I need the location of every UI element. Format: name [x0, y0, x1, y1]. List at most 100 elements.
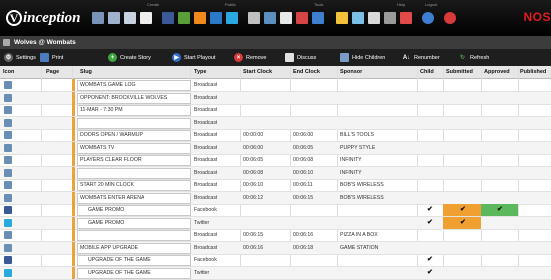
col-end-clock[interactable]: End Clock	[293, 69, 320, 75]
hierarchy-icon	[340, 53, 349, 62]
renumber-button[interactable]: A↓ Renumber	[402, 53, 440, 62]
print-button[interactable]: Print	[40, 53, 63, 62]
broadcast-icon	[4, 156, 12, 164]
create-story-button[interactable]: + Create Story	[108, 53, 151, 62]
panel-header: Wolves @ Wombats	[0, 36, 551, 49]
col-start-clock[interactable]: Start Clock	[243, 69, 272, 75]
col-sponsor[interactable]: Sponsor	[340, 69, 362, 75]
broadcast-icon	[4, 181, 12, 189]
table-row[interactable]: PLAYERS CLEAR FLOOR Broadcast 00:06:05 00:0…	[0, 154, 551, 167]
col-slug[interactable]: Slug	[80, 69, 92, 75]
rundown-icon[interactable]	[108, 12, 120, 24]
child-check: ✔	[427, 268, 433, 276]
hide-children-label: Hide Children	[352, 54, 386, 61]
end-clock-text: 00:06:08	[293, 157, 314, 163]
slug-field[interactable]	[77, 167, 191, 179]
facebook-icon	[4, 256, 12, 264]
slug-field[interactable]	[77, 230, 191, 241]
facebook-icon	[4, 206, 12, 214]
video-icon[interactable]	[178, 12, 190, 24]
table-row[interactable]: WOMBATS ENTER ARENA Broadcast 00:06:12 00:0…	[0, 191, 551, 205]
end-clock-text: 00:06:10	[293, 169, 314, 176]
facebook-icon[interactable]	[162, 12, 174, 24]
hide-children-button[interactable]: Hide Children	[340, 53, 385, 62]
document-icon[interactable]	[140, 12, 152, 24]
sponsor-text: GAME STATION	[340, 244, 379, 251]
col-published[interactable]: Published	[520, 69, 546, 75]
table-row[interactable]: 11-MAR - 7:30 PM Broadcast	[0, 104, 551, 117]
type-text: Broadcast	[194, 244, 218, 251]
logout-icon[interactable]	[444, 12, 456, 24]
type-text: Broadcast	[194, 94, 218, 101]
table-row[interactable]: Broadcast	[0, 116, 551, 130]
refresh-label: Refresh	[470, 54, 490, 61]
table-row[interactable]: OPPONENT: BROCKVILLE WOLVES Broadcast	[0, 91, 551, 105]
user-icon[interactable]	[352, 12, 364, 24]
sponsor-text: PIZZA IN A BOX	[340, 232, 378, 238]
table-header: Icon Page Slug Type Start Clock End Cloc…	[0, 66, 551, 79]
child-check: ✔	[427, 206, 433, 213]
slug-text: WOMBATS GAME LOG	[80, 82, 136, 88]
alert-icon[interactable]	[296, 12, 308, 24]
calendar-icon[interactable]	[264, 12, 276, 24]
monitor-icon[interactable]	[368, 12, 380, 24]
discuss-label: Discuss	[297, 54, 317, 61]
col-icon[interactable]: Icon	[3, 69, 14, 75]
stats-icon[interactable]	[124, 12, 136, 24]
broadcast-icon	[4, 131, 12, 139]
type-text: Broadcast	[194, 169, 218, 176]
col-submitted[interactable]: Submitted	[446, 69, 473, 75]
table-row[interactable]: WOMBATS GAME LOG Broadcast	[0, 79, 551, 92]
table-row[interactable]: UPGRADE OF THE GAME Facebook ✔	[0, 254, 551, 267]
refresh-button[interactable]: ↻ Refresh	[458, 53, 489, 62]
table-row[interactable]: UPGRADE OF THE GAME Twitter ✔	[0, 266, 551, 280]
start-playout-button[interactable]: ▶ Start Playout	[172, 53, 216, 62]
table-row[interactable]: Broadcast 00:06:08 00:06:10 INFINITY	[0, 166, 551, 180]
slug-field[interactable]	[77, 117, 191, 129]
table-row[interactable]: Broadcast 00:06:15 00:06:16 PIZZA IN A BOX	[0, 229, 551, 242]
approved-check: ✔	[497, 206, 503, 213]
col-child[interactable]: Child	[420, 69, 434, 75]
printer-icon	[40, 53, 49, 62]
broadcast-icon	[4, 243, 12, 252]
table-row[interactable]: GAME PROMO Facebook ✔ ✔ ✔	[0, 204, 551, 217]
discuss-button[interactable]: Discuss	[285, 53, 316, 62]
settings-button[interactable]: ⚙ Settings	[4, 53, 36, 62]
search-icon[interactable]	[384, 12, 396, 24]
table-row[interactable]: MOBILE APP UPGRADE Broadcast 00:06:16 00:06…	[0, 241, 551, 255]
child-check: ✔	[427, 256, 433, 263]
app-logo[interactable]: V inception	[6, 8, 81, 28]
sponsor-text: BILL'S TOOLS	[340, 132, 374, 138]
twitter-icon[interactable]	[226, 12, 238, 24]
print-label: Print	[52, 54, 64, 61]
share-icon[interactable]	[210, 12, 222, 24]
chat-icon[interactable]	[312, 12, 324, 24]
type-text: Broadcast	[194, 119, 218, 126]
start-playout-label: Start Playout	[184, 54, 216, 61]
col-type[interactable]: Type	[194, 69, 206, 75]
chart-icon[interactable]	[194, 12, 206, 24]
dashboard-icon[interactable]	[92, 12, 104, 24]
broadcast-icon	[4, 143, 12, 152]
logo-text: inception	[23, 9, 81, 26]
end-clock-text: 00:06:16	[293, 232, 314, 238]
start-clock-text: 00:06:08	[243, 169, 264, 176]
col-page[interactable]: Page	[46, 69, 59, 75]
tools-icon[interactable]	[400, 12, 412, 24]
create-story-label: Create Story	[120, 54, 151, 61]
broadcast-icon	[4, 231, 12, 239]
sponsor-text: INFINITY	[340, 157, 362, 163]
table-row[interactable]: GAME PROMO Twitter ✔ ✔	[0, 216, 551, 230]
toolbar: ⚙ Settings Print + Create Story ▶ Start …	[0, 49, 551, 66]
table-row[interactable]: WOMBATS TV Broadcast 00:06:00 00:06:05 PUPPY…	[0, 141, 551, 155]
grid-icon[interactable]	[248, 12, 260, 24]
settings-icon[interactable]	[336, 12, 348, 24]
gear-icon[interactable]	[280, 12, 292, 24]
remove-button[interactable]: × Remove	[234, 53, 266, 62]
table-row[interactable]: START 20 MIN CLOCK Broadcast 00:06:10 00:06…	[0, 179, 551, 192]
col-approved[interactable]: Approved	[484, 69, 510, 75]
table-row[interactable]: DOORS OPEN / WARMUP Broadcast 00:00:00 00:0…	[0, 129, 551, 142]
help-icon[interactable]	[422, 12, 434, 24]
slug-text: UPGRADE OF THE GAME	[88, 257, 151, 263]
slug-color-bar	[72, 241, 75, 254]
